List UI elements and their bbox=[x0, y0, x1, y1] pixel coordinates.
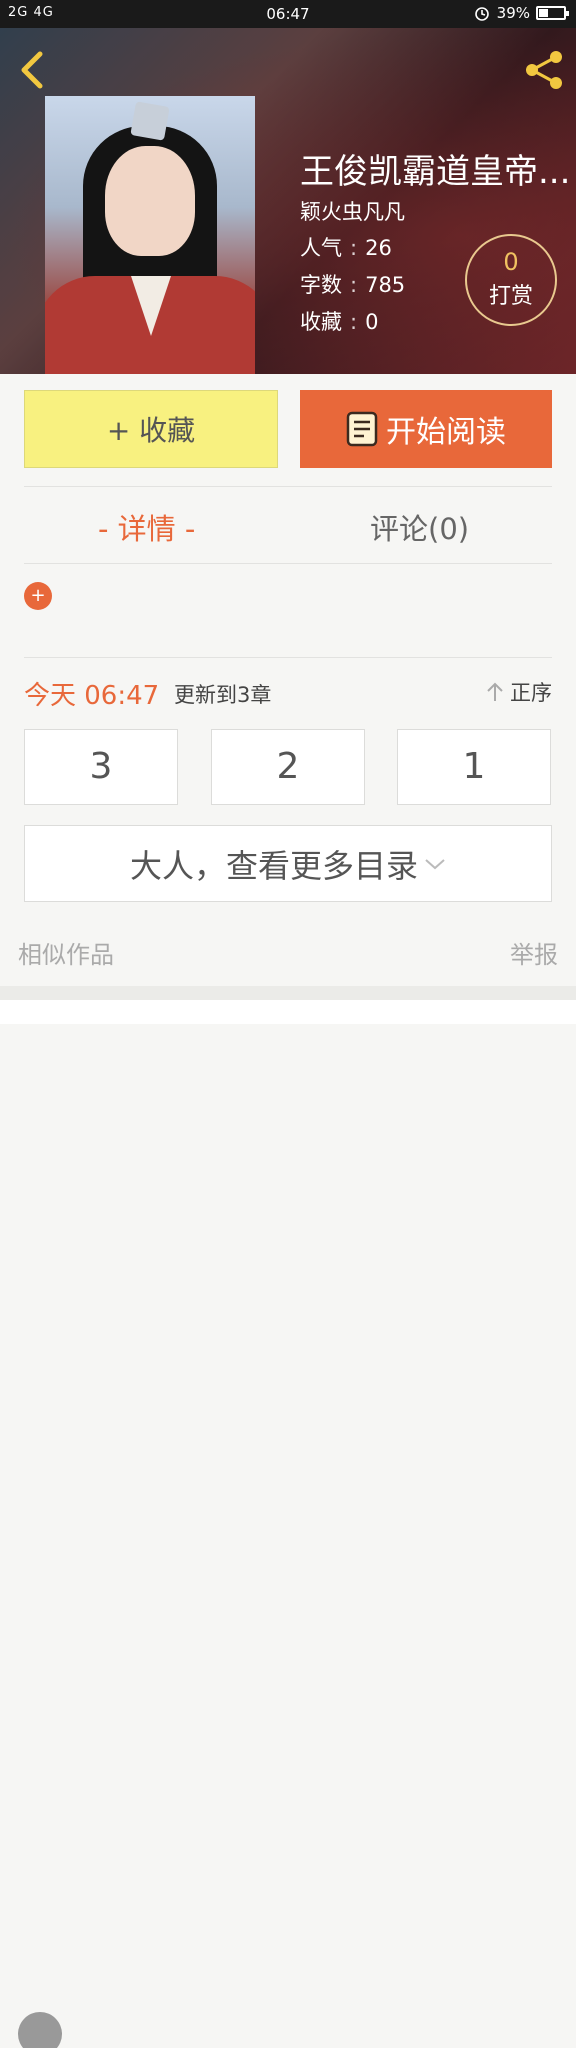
book-header: 王俊凯霸道皇帝... 颖火虫凡凡 人气:26 字数:785 收藏:0 0 打赏 bbox=[0, 28, 576, 374]
update-text: 更新到3章 bbox=[174, 683, 272, 707]
book-author: 颖火虫凡凡 bbox=[300, 200, 405, 224]
stat-label: 字数 bbox=[300, 273, 342, 297]
chevron-down-icon bbox=[425, 858, 445, 869]
update-row: 今天 06:47 更新到3章 正序 bbox=[24, 675, 552, 711]
stat-value: 0 bbox=[365, 310, 379, 334]
report-link[interactable]: 举报 bbox=[510, 935, 558, 970]
chapter-button[interactable]: 3 bbox=[24, 729, 178, 805]
divider bbox=[24, 563, 552, 564]
stat-label: 人气 bbox=[300, 236, 342, 260]
back-button[interactable] bbox=[14, 48, 54, 92]
similar-works-label: 相似作品 bbox=[18, 941, 114, 969]
favorite-label: + 收藏 bbox=[106, 414, 196, 447]
book-title: 王俊凯霸道皇帝... bbox=[300, 152, 571, 192]
tip-count: 0 bbox=[503, 248, 519, 276]
expand-plus-icon[interactable]: + bbox=[24, 582, 52, 610]
avatar[interactable] bbox=[18, 2012, 62, 2048]
start-reading-label: 开始阅读 bbox=[386, 415, 506, 450]
section-separator bbox=[0, 986, 576, 1000]
sort-label: 正序 bbox=[510, 681, 552, 705]
divider bbox=[24, 486, 552, 487]
alarm-icon bbox=[474, 7, 489, 21]
stat-word-count: 字数:785 bbox=[300, 273, 406, 297]
start-reading-button[interactable]: 开始阅读 bbox=[300, 390, 552, 468]
divider bbox=[24, 657, 552, 658]
stat-popularity: 人气:26 bbox=[300, 236, 392, 260]
stat-value: 785 bbox=[365, 273, 406, 297]
battery-percent: 39% bbox=[496, 4, 530, 22]
stat-favorites: 收藏:0 bbox=[300, 310, 379, 334]
tip-label: 打赏 bbox=[488, 284, 533, 309]
tip-button[interactable]: 0 打赏 bbox=[465, 234, 557, 326]
chapter-button[interactable]: 1 bbox=[397, 729, 551, 805]
add-to-favorites-button[interactable]: + 收藏 bbox=[24, 390, 278, 468]
share-icon bbox=[526, 51, 562, 89]
chapter-button[interactable]: 2 bbox=[211, 729, 365, 805]
arrow-up-icon bbox=[487, 682, 503, 701]
status-right: 39% bbox=[473, 4, 569, 22]
book-icon bbox=[346, 411, 378, 447]
similar-list bbox=[0, 1000, 576, 2048]
chevron-left-icon bbox=[21, 51, 43, 89]
stat-value: 26 bbox=[365, 236, 392, 260]
cover-face bbox=[105, 146, 195, 256]
tab-comments[interactable]: 评论(0) bbox=[370, 506, 469, 548]
book-cover bbox=[45, 96, 255, 374]
tab-detail[interactable]: - 详情 - bbox=[98, 506, 195, 548]
sort-order-button[interactable]: 正序 bbox=[486, 677, 552, 707]
more-catalog-label: 大人，查看更多目录 bbox=[129, 846, 418, 885]
share-button[interactable] bbox=[522, 48, 566, 92]
battery-fill bbox=[539, 9, 548, 17]
status-bar: 2G 4G 06:47 39% bbox=[0, 0, 576, 28]
cover-crown bbox=[130, 101, 170, 141]
more-catalog-button[interactable]: 大人，查看更多目录 bbox=[24, 825, 552, 902]
update-time: 今天 06:47 bbox=[24, 681, 160, 711]
stat-label: 收藏 bbox=[300, 310, 342, 334]
battery-icon bbox=[536, 6, 569, 20]
